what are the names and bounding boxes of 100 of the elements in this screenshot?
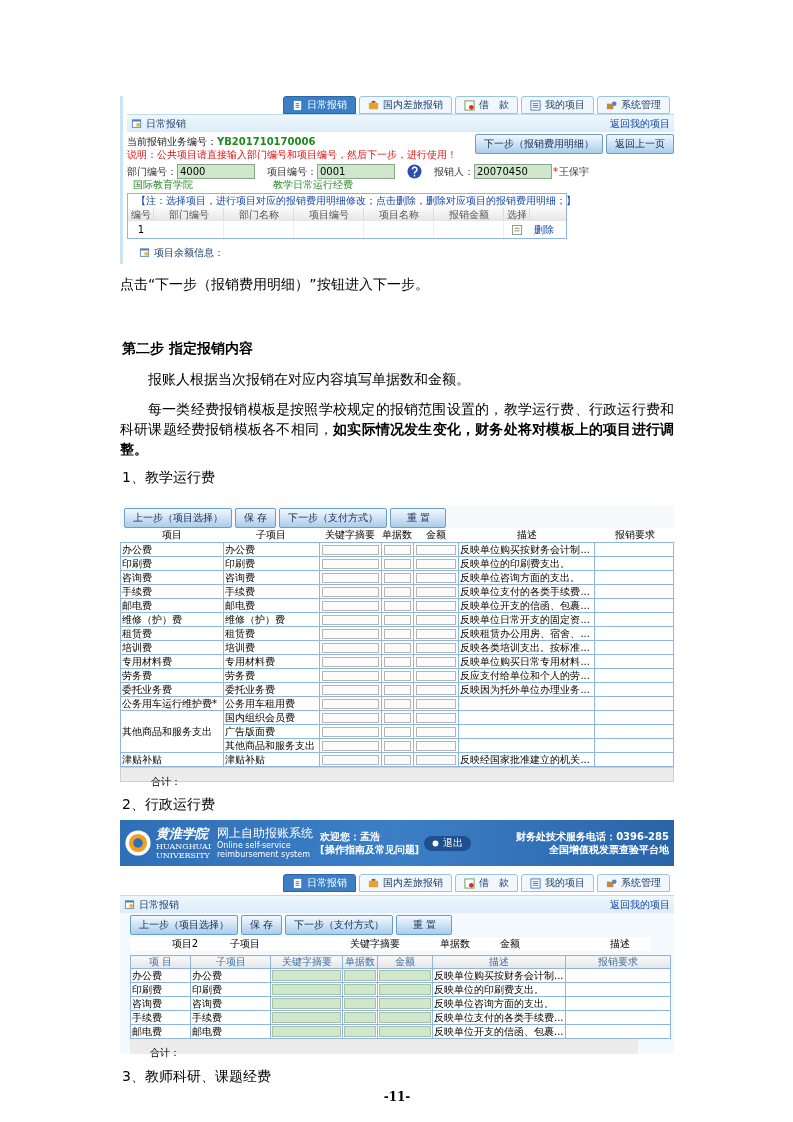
column-label: 子项目 (229, 937, 261, 951)
input-field[interactable] (383, 698, 411, 709)
toolbar-button[interactable]: 上一步（项目选择） (124, 508, 232, 528)
input-field[interactable] (415, 628, 457, 639)
input-field[interactable] (383, 600, 411, 611)
input-field[interactable] (383, 558, 411, 569)
input-field[interactable]: 20070450 (474, 164, 552, 179)
nav-tab[interactable]: 我的项目 (521, 874, 594, 892)
nav-tab[interactable]: 系统管理 (597, 96, 670, 114)
input-field[interactable] (383, 726, 411, 737)
back-link[interactable]: 返回我的项目 (610, 899, 670, 910)
input-field[interactable] (383, 628, 411, 639)
input-field[interactable] (344, 970, 376, 981)
back-link[interactable]: 返回我的项目 (610, 118, 670, 129)
nav-tab[interactable]: 系统管理 (597, 874, 670, 892)
input-field[interactable] (344, 998, 376, 1009)
input-field[interactable] (321, 642, 379, 653)
input-field[interactable] (383, 572, 411, 583)
nav-tab[interactable]: 借 款 (455, 96, 518, 114)
input-field[interactable] (415, 544, 457, 555)
input-field[interactable] (379, 998, 431, 1009)
input-field[interactable] (415, 558, 457, 569)
help-link[interactable]: [操作指南及常见问题] (320, 843, 420, 856)
input-field[interactable] (415, 656, 457, 667)
input-field[interactable] (321, 670, 379, 681)
nav-tab[interactable]: 我的项目 (521, 96, 594, 114)
total-label: 合计： (151, 776, 181, 787)
input-field[interactable] (321, 712, 379, 723)
input-field[interactable] (321, 656, 379, 667)
input-field[interactable] (415, 670, 457, 681)
input-field[interactable] (383, 656, 411, 667)
document-icon (292, 877, 303, 889)
window-icon (139, 247, 150, 258)
toolbar-button[interactable]: 重 置 (396, 915, 453, 935)
input-field[interactable] (415, 642, 457, 653)
input-field[interactable] (415, 740, 457, 751)
input-field[interactable] (415, 586, 457, 597)
table-note: 【注：选择项目，进行项目对应的报销费用明细修改；点击删除，删除对应项目的报销费用明细；】 (136, 196, 576, 206)
input-field[interactable] (321, 544, 379, 555)
input-field[interactable]: 0001 (317, 164, 395, 179)
invoice-link[interactable]: 全国增值税发票查验平台地 (549, 843, 669, 856)
delete-link[interactable]: 删除 (534, 222, 554, 237)
input-field[interactable] (415, 684, 457, 695)
toolbar-button[interactable]: 保 存 (235, 508, 277, 528)
nav-tab[interactable]: 国内差旅报销 (359, 874, 452, 892)
input-field[interactable] (383, 754, 411, 765)
input-field[interactable]: 4000 (177, 164, 255, 179)
input-field[interactable] (383, 614, 411, 625)
input-field[interactable] (272, 998, 341, 1009)
input-field[interactable] (415, 754, 457, 765)
input-field[interactable] (379, 984, 431, 995)
input-field[interactable] (321, 698, 379, 709)
input-field[interactable] (415, 572, 457, 583)
input-field[interactable] (321, 600, 379, 611)
toolbar-button[interactable]: 重 置 (390, 508, 447, 528)
input-field[interactable] (415, 726, 457, 737)
input-field[interactable] (415, 600, 457, 611)
input-field[interactable] (344, 984, 376, 995)
input-field[interactable] (383, 670, 411, 681)
logout-button[interactable]: 退出 (424, 835, 472, 851)
input-field[interactable] (383, 740, 411, 751)
toolbar-button[interactable]: 下一步（支付方式） (279, 508, 388, 528)
input-field[interactable] (321, 740, 379, 751)
input-field[interactable] (321, 628, 379, 639)
input-field[interactable] (379, 1012, 431, 1023)
input-field[interactable] (383, 684, 411, 695)
input-field[interactable] (383, 544, 411, 555)
back-button[interactable]: 返回上一页 (606, 134, 674, 154)
input-field[interactable] (415, 614, 457, 625)
input-field[interactable] (321, 586, 379, 597)
input-field[interactable] (383, 642, 411, 653)
input-field[interactable] (383, 712, 411, 723)
input-field[interactable] (415, 712, 457, 723)
input-field[interactable] (321, 614, 379, 625)
nav-tab[interactable]: 借 款 (455, 874, 518, 892)
input-field[interactable] (321, 726, 379, 737)
toolbar-button[interactable]: 上一步（项目选择） (130, 915, 238, 935)
input-field[interactable] (321, 684, 379, 695)
input-field[interactable] (415, 698, 457, 709)
input-field[interactable] (344, 1012, 376, 1023)
section-heading: 2、行政运行费 (122, 795, 216, 814)
input-field[interactable] (321, 572, 379, 583)
toolbar-button[interactable]: 保 存 (241, 915, 283, 935)
total-label: 合计： (150, 1047, 180, 1058)
column-header: 单据数 (342, 955, 378, 969)
toolbar-button[interactable]: 下一步（支付方式） (285, 915, 394, 935)
nav-tab[interactable]: 国内差旅报销 (359, 96, 452, 114)
input-field[interactable] (272, 970, 341, 981)
input-field[interactable] (321, 754, 379, 765)
input-field[interactable] (379, 970, 431, 981)
input-field[interactable] (272, 984, 341, 995)
nav-tab[interactable]: 日常报销 (283, 874, 356, 892)
input-field[interactable] (272, 1026, 341, 1037)
input-field[interactable] (321, 558, 379, 569)
input-field[interactable] (272, 1012, 341, 1023)
input-field[interactable] (379, 1026, 431, 1037)
input-field[interactable] (344, 1026, 376, 1037)
next-step-button[interactable]: 下一步（报销费用明细） (475, 134, 603, 154)
nav-tab[interactable]: 日常报销 (283, 96, 356, 114)
input-field[interactable] (383, 586, 411, 597)
